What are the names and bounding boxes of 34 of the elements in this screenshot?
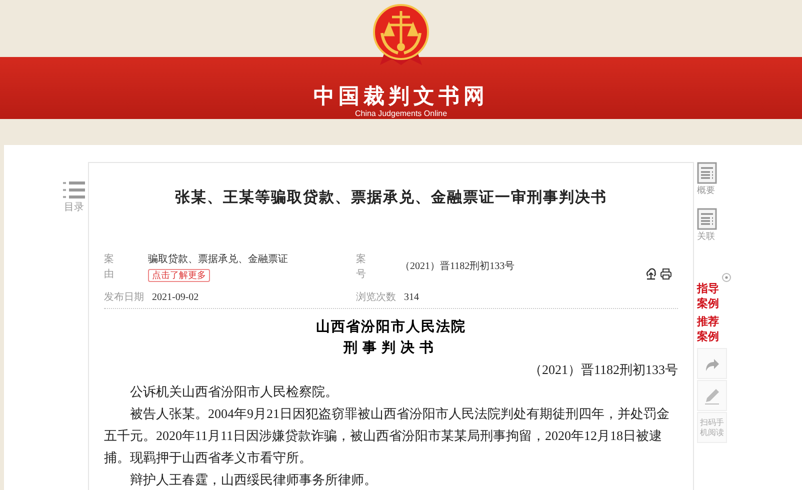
field-label: 浏览次数 (356, 290, 396, 304)
table-of-contents-button[interactable]: 目录 (63, 180, 85, 215)
field-value: （2021）晋1182刑初133号 (400, 260, 515, 274)
document-type: 刑事判决书 (342, 339, 440, 358)
judgment-paragraph: 被告人张某。2004年9月21日因犯盗窃罪被山西省汾阳市人民法院判处有期徒刑四年，并处罚金五千元。2020年11月11日因涉嫌贷款诈骗，被山西省汾阳市某某局刑事拘留，2020年12月18日被逮捕。现羁押于山西省孝义市看守所。 (104, 404, 670, 466)
pencil-icon (703, 386, 721, 404)
numbered-list-icon (63, 180, 85, 200)
document-icon[interactable] (697, 162, 717, 184)
site-subtitle: China Judgements Online (354, 109, 448, 119)
judgment-paragraph: 公诉机关山西省汾阳市人民检察院。 (129, 382, 339, 400)
close-icon[interactable] (722, 273, 731, 282)
field-value: 2021-09-02 (152, 290, 199, 304)
case-number: （2021）晋1182刑初133号 (528, 360, 678, 378)
court-name: 山西省汾阳市人民法院 (315, 318, 467, 336)
sidebar-item[interactable]: 关联 (697, 208, 798, 242)
print-icon[interactable] (660, 268, 672, 280)
site-title: 中国裁判文书网 (314, 85, 488, 109)
emblem-icon (372, 3, 430, 67)
scan-qr-button[interactable]: 扫码手机阅读 (697, 412, 727, 443)
field-label: 案号 (356, 252, 383, 282)
case-link[interactable]: 推荐案例 (697, 315, 721, 345)
case-link[interactable]: 指导案例 (697, 282, 721, 312)
learn-more-button[interactable]: 点击了解更多 (148, 268, 210, 282)
document-title: 张某、王某等骗取贷款、票据承兑、金融票证一审刑事判决书 (174, 188, 608, 208)
edit-button[interactable] (697, 380, 727, 411)
field-value: 314 (404, 290, 419, 304)
judgment-paragraph: 辩护人王春霆，山西绥民律师事务所律师。 (129, 470, 378, 488)
field-label: 案由 (104, 252, 131, 282)
sidebar-item[interactable]: 概要 (697, 162, 798, 196)
field-label: 发布日期 (104, 290, 144, 304)
field-value: 骗取贷款、票据承兑、金融票证 (148, 252, 288, 266)
document-icon[interactable] (697, 208, 717, 230)
download-icon[interactable] (645, 268, 657, 280)
share-button[interactable] (697, 348, 727, 379)
